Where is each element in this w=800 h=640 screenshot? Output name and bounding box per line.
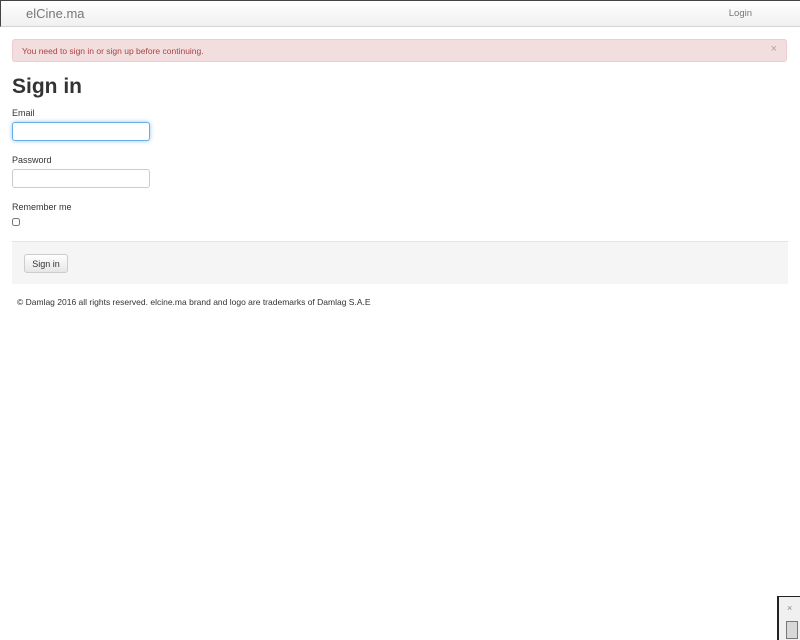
close-icon[interactable]: × xyxy=(771,44,777,55)
corner-widget: × xyxy=(777,596,800,640)
password-field[interactable] xyxy=(12,169,150,188)
login-link[interactable]: Login xyxy=(729,8,752,19)
brand-link[interactable]: elCine.ma xyxy=(26,6,85,21)
remember-me-label: Remember me xyxy=(12,202,72,212)
form-actions: Sign in xyxy=(12,241,788,284)
page-title: Sign in xyxy=(12,75,82,98)
navbar: elCine.ma Login xyxy=(0,0,800,27)
password-label: Password xyxy=(12,155,52,165)
footer-copyright: © Damlag 2016 all rights reserved. elcin… xyxy=(17,297,371,307)
sign-in-button[interactable]: Sign in xyxy=(24,254,68,273)
page: elCine.ma Login You need to sign in or s… xyxy=(0,0,800,640)
alert-banner: You need to sign in or sign up before co… xyxy=(12,39,787,62)
panel-handle-icon[interactable] xyxy=(786,621,798,639)
email-label: Email xyxy=(12,108,35,118)
alert-message: You need to sign in or sign up before co… xyxy=(22,46,204,56)
email-field[interactable] xyxy=(12,122,150,141)
remember-me-checkbox[interactable] xyxy=(12,218,20,226)
close-icon[interactable]: × xyxy=(787,604,792,613)
